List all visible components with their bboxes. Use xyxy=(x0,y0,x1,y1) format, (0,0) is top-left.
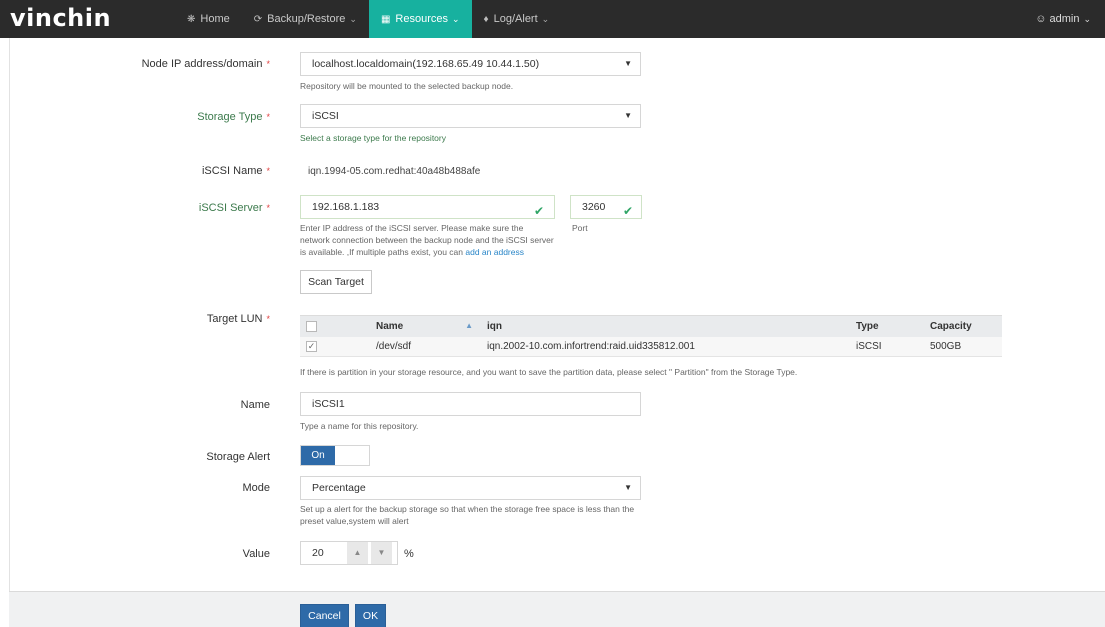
main-nav: ❋ Home ⟳ Backup/Restore ⌄ ▦ Resources ⌄ ♦ Log/… xyxy=(175,0,562,44)
node-ip-select[interactable]: localhost.localdomain(192.168.65.49 10.4… xyxy=(300,52,641,76)
storage-type-help: Select a storage type for the repository xyxy=(300,133,446,143)
iscsi-name-value: iqn.1994-05.com.redhat:40a48b488afe xyxy=(308,166,481,177)
toggle-on-label: On xyxy=(301,446,335,465)
nav-log-label: Log/Alert xyxy=(493,13,538,25)
caret-down-icon: ▼ xyxy=(624,59,632,68)
col-name[interactable]: Name ▲ xyxy=(370,315,481,337)
port-input[interactable]: 3260 ✔ xyxy=(570,195,642,219)
decrement-icon[interactable]: ▼ xyxy=(371,542,392,564)
cell-type: iSCSI xyxy=(850,336,924,357)
nav-resources-label: Resources xyxy=(395,13,448,25)
storage-type-value: iSCSI xyxy=(312,110,339,122)
sort-asc-icon: ▲ xyxy=(465,320,473,330)
mode-value: Percentage xyxy=(312,482,366,494)
row-checkbox-cell: ✓ xyxy=(300,336,370,357)
form-footer xyxy=(9,591,1105,627)
caret-down-icon: ▼ xyxy=(624,111,632,120)
storage-type-select[interactable]: iSCSI ▼ xyxy=(300,104,641,128)
chevron-down-icon: ⌄ xyxy=(541,14,550,24)
nav-resources[interactable]: ▦ Resources ⌄ xyxy=(368,0,472,44)
name-input[interactable]: iSCSI1 xyxy=(300,392,641,416)
mode-label: Mode xyxy=(242,482,270,494)
col-iqn[interactable]: iqn xyxy=(481,315,850,337)
col-type[interactable]: Type xyxy=(850,315,924,337)
storage-alert-label: Storage Alert xyxy=(206,451,270,463)
iscsi-server-value: 192.168.1.183 xyxy=(312,201,380,213)
user-icon: ☺ xyxy=(1035,13,1047,25)
bell-icon: ♦ xyxy=(483,14,489,25)
scan-target-button[interactable]: Scan Target xyxy=(300,270,372,294)
value-unit: % xyxy=(404,548,414,560)
increment-icon[interactable]: ▲ xyxy=(347,542,368,564)
user-menu[interactable]: ☺ admin ⌄ xyxy=(1035,0,1091,38)
row-checkbox[interactable]: ✓ xyxy=(306,340,317,352)
grid-icon: ▦ xyxy=(380,14,391,25)
chevron-down-icon: ⌄ xyxy=(1083,14,1091,24)
node-ip-value: localhost.localdomain(192.168.65.49 10.4… xyxy=(312,58,540,70)
nav-backup-label: Backup/Restore xyxy=(267,13,346,25)
add-address-link[interactable]: add an address xyxy=(465,247,524,257)
table-header-row: Name ▲ iqn Type Capacity xyxy=(300,315,1002,337)
target-lun-label: Target LUN * xyxy=(206,313,270,325)
cancel-button[interactable]: Cancel xyxy=(300,604,349,627)
table-row[interactable]: ✓ /dev/sdf iqn.2002-10.com.infortrend:ra… xyxy=(300,336,1002,357)
port-value: 3260 xyxy=(582,201,606,213)
caret-down-icon: ▼ xyxy=(624,483,632,492)
target-lun-table: Name ▲ iqn Type Capacity ✓ /dev/sdf iqn.2… xyxy=(300,315,1002,357)
chevron-down-icon: ⌄ xyxy=(349,14,357,24)
ok-button[interactable]: OK xyxy=(355,604,386,627)
name-help: Type a name for this repository. xyxy=(300,421,419,431)
node-ip-label: Node IP address/domain * xyxy=(141,58,270,70)
iscsi-server-help: Enter IP address of the iSCSI server. Pl… xyxy=(300,223,554,257)
select-all-checkbox[interactable] xyxy=(306,320,317,332)
iscsi-server-input[interactable]: 192.168.1.183 ✔ xyxy=(300,195,555,219)
col-capacity[interactable]: Capacity xyxy=(924,315,1002,337)
name-value: iSCSI1 xyxy=(312,398,345,410)
iscsi-server-label: iSCSI Server * xyxy=(198,202,270,214)
checkmark-icon: ✔ xyxy=(622,204,633,218)
name-label: Name xyxy=(240,399,270,411)
storage-alert-toggle[interactable]: On xyxy=(300,445,370,466)
chevron-down-icon: ⌄ xyxy=(451,14,460,24)
top-navbar: vinchin ❋ Home ⟳ Backup/Restore ⌄ ▦ Resource… xyxy=(0,0,1105,44)
home-icon: ❋ xyxy=(187,14,196,25)
nav-home[interactable]: ❋ Home xyxy=(175,0,242,38)
mode-help: Set up a alert for the backup storage so… xyxy=(300,504,635,526)
nav-backup-restore[interactable]: ⟳ Backup/Restore ⌄ xyxy=(242,0,369,38)
cell-iqn: iqn.2002-10.com.infortrend:raid.uid33581… xyxy=(481,336,850,357)
checkmark-icon: ✔ xyxy=(533,204,544,218)
user-name: admin xyxy=(1049,13,1080,25)
cell-capacity: 500GB xyxy=(924,336,1002,357)
value-number: 20 xyxy=(312,547,324,559)
target-lun-help: If there is partition in your storage re… xyxy=(300,367,798,377)
storage-type-label: Storage Type * xyxy=(197,111,270,123)
nav-log-alert[interactable]: ♦ Log/Alert ⌄ xyxy=(472,0,562,38)
node-ip-help: Repository will be mounted to the select… xyxy=(300,81,514,91)
value-stepper[interactable]: 20 ▲ ▼ xyxy=(300,541,398,565)
cell-name: /dev/sdf xyxy=(370,336,481,357)
iscsi-name-label: iSCSI Name * xyxy=(201,165,270,177)
select-all-cell xyxy=(300,315,370,337)
value-label: Value xyxy=(242,548,270,560)
nav-home-label: Home xyxy=(200,13,230,25)
vinchin-logo[interactable]: vinchin xyxy=(10,4,111,32)
port-label: Port xyxy=(572,223,588,233)
mode-select[interactable]: Percentage ▼ xyxy=(300,476,641,500)
refresh-icon: ⟳ xyxy=(253,14,263,25)
